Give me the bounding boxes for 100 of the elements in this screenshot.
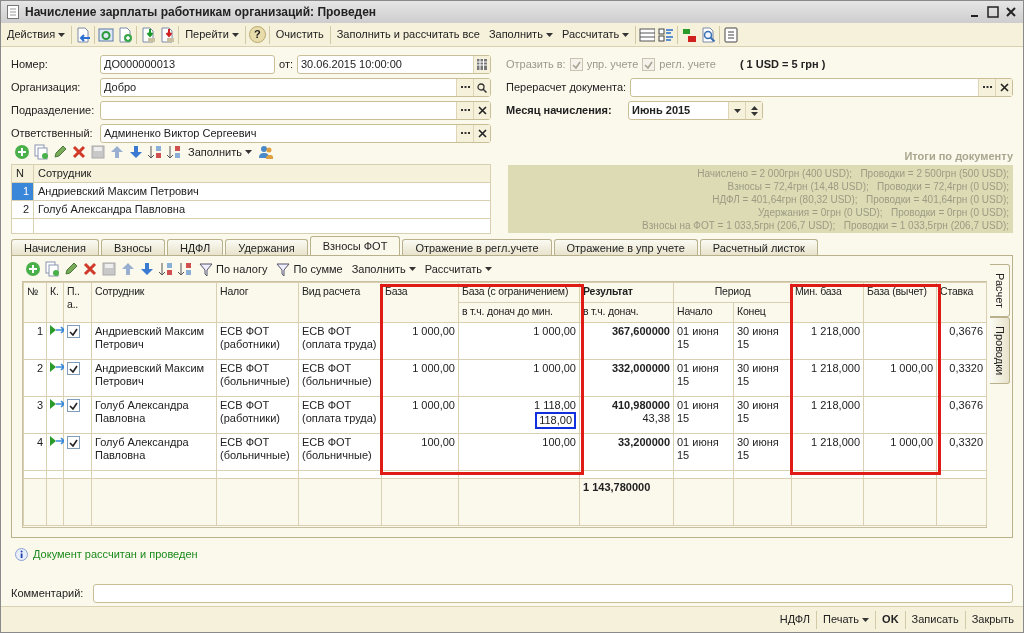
down-arrow-icon[interactable]	[139, 261, 155, 277]
recalc-field[interactable]	[630, 78, 1013, 97]
refresh-window-icon[interactable]	[98, 26, 115, 43]
copy-icon[interactable]	[44, 261, 60, 277]
tab[interactable]: Отражение в регл.учете	[402, 239, 552, 255]
date-field[interactable]: 30.06.2015 10:00:00	[297, 55, 491, 74]
ledger-icon[interactable]	[681, 26, 698, 43]
calculate-menu[interactable]: Рассчитать	[558, 27, 633, 42]
tab[interactable]: Расчетный листок	[699, 239, 818, 255]
pencil-icon[interactable]	[63, 261, 79, 277]
select-button[interactable]	[456, 102, 473, 119]
calendar-icon	[477, 59, 487, 70]
report-icon[interactable]	[723, 26, 740, 43]
calendar-button[interactable]	[473, 56, 490, 73]
print-menu[interactable]: Печать	[820, 612, 873, 627]
tab[interactable]: Расчет	[990, 264, 1010, 317]
caret-icon	[245, 150, 252, 154]
comment-field[interactable]	[93, 584, 1013, 603]
caret-icon	[862, 617, 870, 622]
pencil-icon[interactable]	[52, 144, 68, 160]
tab[interactable]: Удержания	[225, 239, 308, 255]
people-icon[interactable]	[258, 144, 274, 160]
delete-icon[interactable]	[82, 261, 98, 277]
search-button[interactable]	[473, 79, 490, 96]
sort-descending-icon[interactable]	[166, 144, 182, 160]
actions-menu[interactable]: Действия	[4, 27, 69, 42]
column-header: №	[23, 282, 47, 323]
checkbox[interactable]	[67, 325, 80, 338]
down-arrow-icon[interactable]	[128, 144, 144, 160]
tax-name: ЕСВ ФОТ (работники)	[220, 325, 281, 351]
close-icon[interactable]	[1005, 6, 1017, 18]
tab[interactable]: НДФЛ	[166, 239, 224, 255]
select-button[interactable]	[456, 79, 473, 96]
maximize-icon[interactable]	[987, 6, 999, 18]
deduction-base-amount: 1 000,00	[889, 362, 933, 375]
document-down-icon[interactable]	[140, 26, 157, 43]
ok-button[interactable]: OK	[879, 612, 902, 627]
text-input[interactable]: Добро	[101, 81, 456, 94]
dropdown-button[interactable]	[728, 102, 745, 119]
document-plus-icon[interactable]	[117, 26, 134, 43]
fill-menu[interactable]: Заполнить	[185, 144, 255, 160]
extra-amount[interactable]: 118,00	[535, 412, 576, 429]
checkbox[interactable]	[67, 399, 80, 412]
text-input[interactable]: Админенко Виктор Сергеевич	[101, 127, 456, 140]
employee-name[interactable]: Голуб Александра Павловна	[33, 200, 491, 219]
row-status-icon	[50, 399, 64, 409]
fill-menu[interactable]: Заполнить	[348, 261, 419, 277]
checkbox[interactable]	[67, 362, 80, 375]
delete-icon[interactable]	[71, 144, 87, 160]
document-arrow-icon[interactable]	[75, 26, 92, 43]
min-base-amount: 1 218,000	[810, 399, 860, 412]
employee-name[interactable]: Андриевский Максим Петрович	[33, 182, 491, 201]
checklist-icon[interactable]	[658, 26, 675, 43]
column-header: П.. а..	[63, 282, 92, 323]
add-icon[interactable]	[25, 261, 41, 277]
ellipsis-icon	[982, 86, 992, 89]
filter-by-sum-button[interactable]: По сумме	[273, 261, 346, 277]
text-input[interactable]: 30.06.2015 10:00:00	[298, 58, 473, 71]
help-button[interactable]: ?	[248, 26, 266, 43]
tab[interactable]: Взносы	[100, 239, 165, 255]
document-marked-icon[interactable]	[159, 26, 176, 43]
clear-button[interactable]	[995, 79, 1012, 96]
organization-field[interactable]: Добро	[100, 78, 491, 97]
toolbar-button[interactable]: Записать	[908, 612, 962, 627]
sort-descending-icon[interactable]	[177, 261, 193, 277]
filter-by-tax-button[interactable]: По налогу	[196, 261, 271, 277]
tab[interactable]: Отражение в упр учете	[553, 239, 698, 255]
clear-button[interactable]: Очистить	[272, 27, 327, 42]
toolbar-button[interactable]: Закрыть	[968, 612, 1017, 627]
result-amount: 410,980000	[610, 399, 670, 412]
month-field[interactable]: Июнь 2015	[628, 101, 763, 120]
select-button[interactable]	[456, 125, 473, 142]
checkbox[interactable]	[67, 436, 80, 449]
row-status-icon	[50, 436, 64, 446]
row-number: 2	[35, 362, 43, 375]
subdivision-field[interactable]	[100, 101, 491, 120]
spin-button[interactable]	[745, 102, 762, 119]
fill-menu[interactable]: Заполнить	[485, 27, 556, 42]
tab[interactable]: Проводки	[990, 317, 1010, 385]
clear-button[interactable]	[473, 102, 490, 119]
toolbar-button[interactable]: НДФЛ	[776, 612, 814, 627]
magnifier-document-icon[interactable]	[700, 26, 717, 43]
list-icon[interactable]	[639, 26, 656, 43]
clear-button[interactable]	[473, 125, 490, 142]
calculate-menu[interactable]: Рассчитать	[421, 261, 496, 277]
text-input[interactable]: Июнь 2015	[629, 104, 728, 117]
sort-ascending-icon[interactable]	[147, 144, 163, 160]
copy-icon[interactable]	[33, 144, 49, 160]
column-header: Сотрудник	[33, 164, 491, 183]
fill-and-calculate-button[interactable]: Заполнить и рассчитать все	[333, 27, 483, 42]
limited-base-amount: 100,00	[541, 436, 576, 449]
tab[interactable]: Начисления	[11, 239, 99, 255]
column-header: Сотрудник	[91, 282, 217, 323]
add-icon[interactable]	[14, 144, 30, 160]
select-button[interactable]	[978, 79, 995, 96]
responsible-field[interactable]: Админенко Виктор Сергеевич	[100, 124, 491, 143]
tab[interactable]: Взносы ФОТ	[309, 236, 401, 255]
sort-ascending-icon[interactable]	[158, 261, 174, 277]
info-icon	[15, 547, 28, 561]
goto-menu[interactable]: Перейти	[182, 27, 242, 42]
